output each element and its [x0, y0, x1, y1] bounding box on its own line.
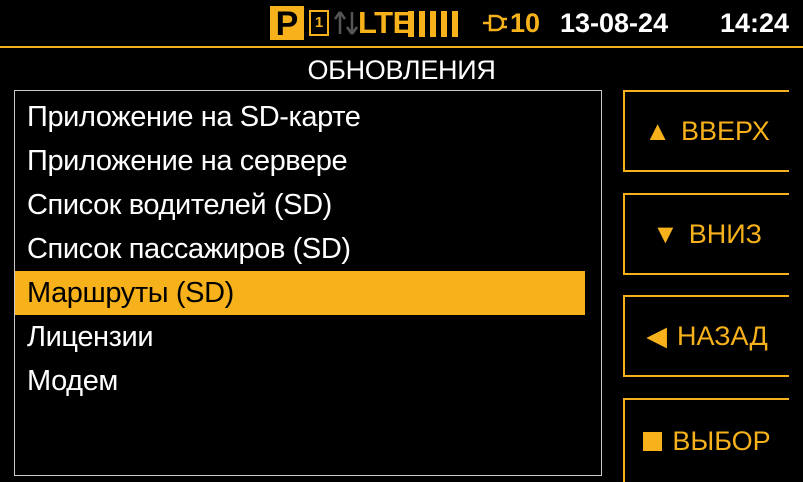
signal-strength-icon: [408, 11, 460, 37]
menu-item-licenses[interactable]: Лицензии: [15, 315, 585, 359]
signal-bar: [441, 11, 447, 37]
signal-bar: [452, 11, 458, 37]
select-button[interactable]: ВЫБОР: [623, 398, 789, 482]
back-button-label: НАЗАД: [677, 321, 768, 351]
date-display: 13-08-24: [560, 8, 669, 38]
menu-item-modem[interactable]: Модем: [15, 359, 585, 403]
triangle-left-icon: ◀: [646, 321, 668, 351]
signal-bar: [408, 11, 414, 37]
time-display: 14:24: [720, 8, 790, 38]
menu-panel: Приложение на SD-карте Приложение на сер…: [14, 90, 602, 476]
back-button[interactable]: ◀ НАЗАД: [623, 295, 789, 377]
power-plug-icon: [483, 14, 507, 32]
select-button-label: ВЫБОР: [672, 426, 771, 456]
menu-item-routes[interactable]: Маршруты (SD): [15, 271, 585, 315]
page-title: ОБНОВЛЕНИЯ: [307, 55, 496, 85]
menu-list: Приложение на SD-карте Приложение на сер…: [15, 95, 585, 403]
square-icon: [643, 432, 663, 451]
triangle-down-icon: ▼: [652, 219, 679, 249]
status-divider: [0, 46, 803, 48]
mode-badge: P: [270, 6, 304, 42]
signal-bar: [419, 11, 425, 37]
sim-card-icon: 1: [309, 10, 329, 36]
down-button[interactable]: ▼ ВНИЗ: [623, 193, 789, 275]
data-transfer-icon: [333, 11, 359, 35]
sim-slot-number: 1: [314, 14, 324, 31]
triangle-up-icon: ▲: [644, 116, 671, 146]
menu-item-app-server[interactable]: Приложение на сервере: [15, 139, 585, 183]
menu-item-drivers-list[interactable]: Список водителей (SD): [15, 183, 585, 227]
up-button[interactable]: ▲ ВВЕРХ: [623, 90, 789, 172]
signal-bar: [430, 11, 436, 37]
menu-item-app-sd[interactable]: Приложение на SD-карте: [15, 95, 585, 139]
up-button-label: ВВЕРХ: [680, 116, 770, 146]
down-button-label: ВНИЗ: [688, 219, 762, 249]
menu-item-passengers-list[interactable]: Список пассажиров (SD): [15, 227, 585, 271]
power-counter: 10: [510, 8, 541, 38]
status-bar: P 1 LTE 10 13-08-24 14:24: [0, 0, 803, 46]
network-type: LTE: [358, 5, 413, 40]
